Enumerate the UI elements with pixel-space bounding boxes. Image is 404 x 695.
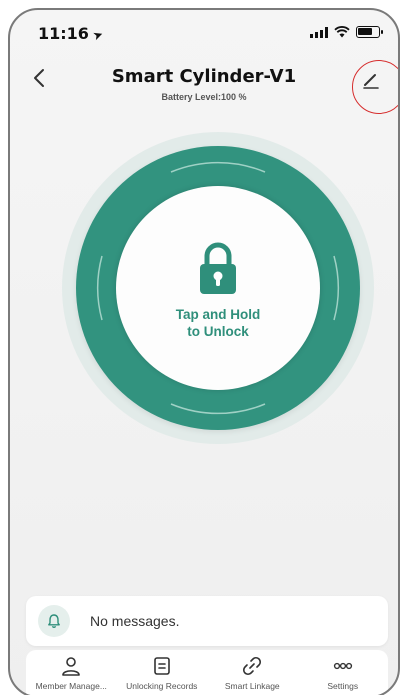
bell-badge (38, 605, 70, 637)
tab-label: Unlocking Records (126, 681, 198, 691)
tab-label: Smart Linkage (224, 681, 280, 691)
tab-unlocking-records[interactable]: Unlocking Records (117, 650, 208, 695)
tab-label: Member Manage... (35, 681, 107, 691)
unlock-label: Tap and Hold to Unlock (175, 307, 261, 339)
bottom-tab-bar: Member Manage... Unlocking Records Smart… (26, 650, 388, 695)
page-title: Smart Cylinder-V1 (111, 66, 297, 87)
status-time: 11:16 ➤ (38, 24, 106, 44)
signal-icon (310, 26, 328, 38)
status-bar: 11:16 ➤ (10, 10, 398, 54)
message-card[interactable]: No messages. (26, 596, 388, 646)
time-text: 11:16 (38, 24, 89, 43)
bell-icon (48, 614, 60, 629)
tab-settings[interactable]: Settings (298, 650, 389, 695)
battery-icon (356, 26, 383, 38)
messages-text: No messages. (90, 613, 180, 629)
wifi-icon (334, 26, 350, 38)
phone-frame: 11:16 ➤ Smart Cylinder-V1 Battery Level:1… (8, 8, 400, 695)
status-icons (310, 26, 383, 38)
nav-bar: Smart Cylinder-V1 Battery Level:100 % (10, 56, 398, 110)
records-icon (153, 657, 170, 675)
tab-smart-linkage[interactable]: Smart Linkage (207, 650, 298, 695)
battery-level-text: Battery Level:100 % (161, 92, 247, 102)
tab-label: Settings (327, 681, 359, 691)
more-dots-icon (333, 662, 352, 670)
person-icon (62, 657, 81, 676)
location-arrow-icon: ➤ (90, 26, 106, 44)
annotation-circle (352, 60, 398, 114)
link-icon (243, 656, 262, 676)
unlock-button[interactable]: Tap and Hold to Unlock (116, 186, 320, 390)
tab-member-manage[interactable]: Member Manage... (26, 650, 117, 695)
lock-icon (200, 242, 236, 294)
